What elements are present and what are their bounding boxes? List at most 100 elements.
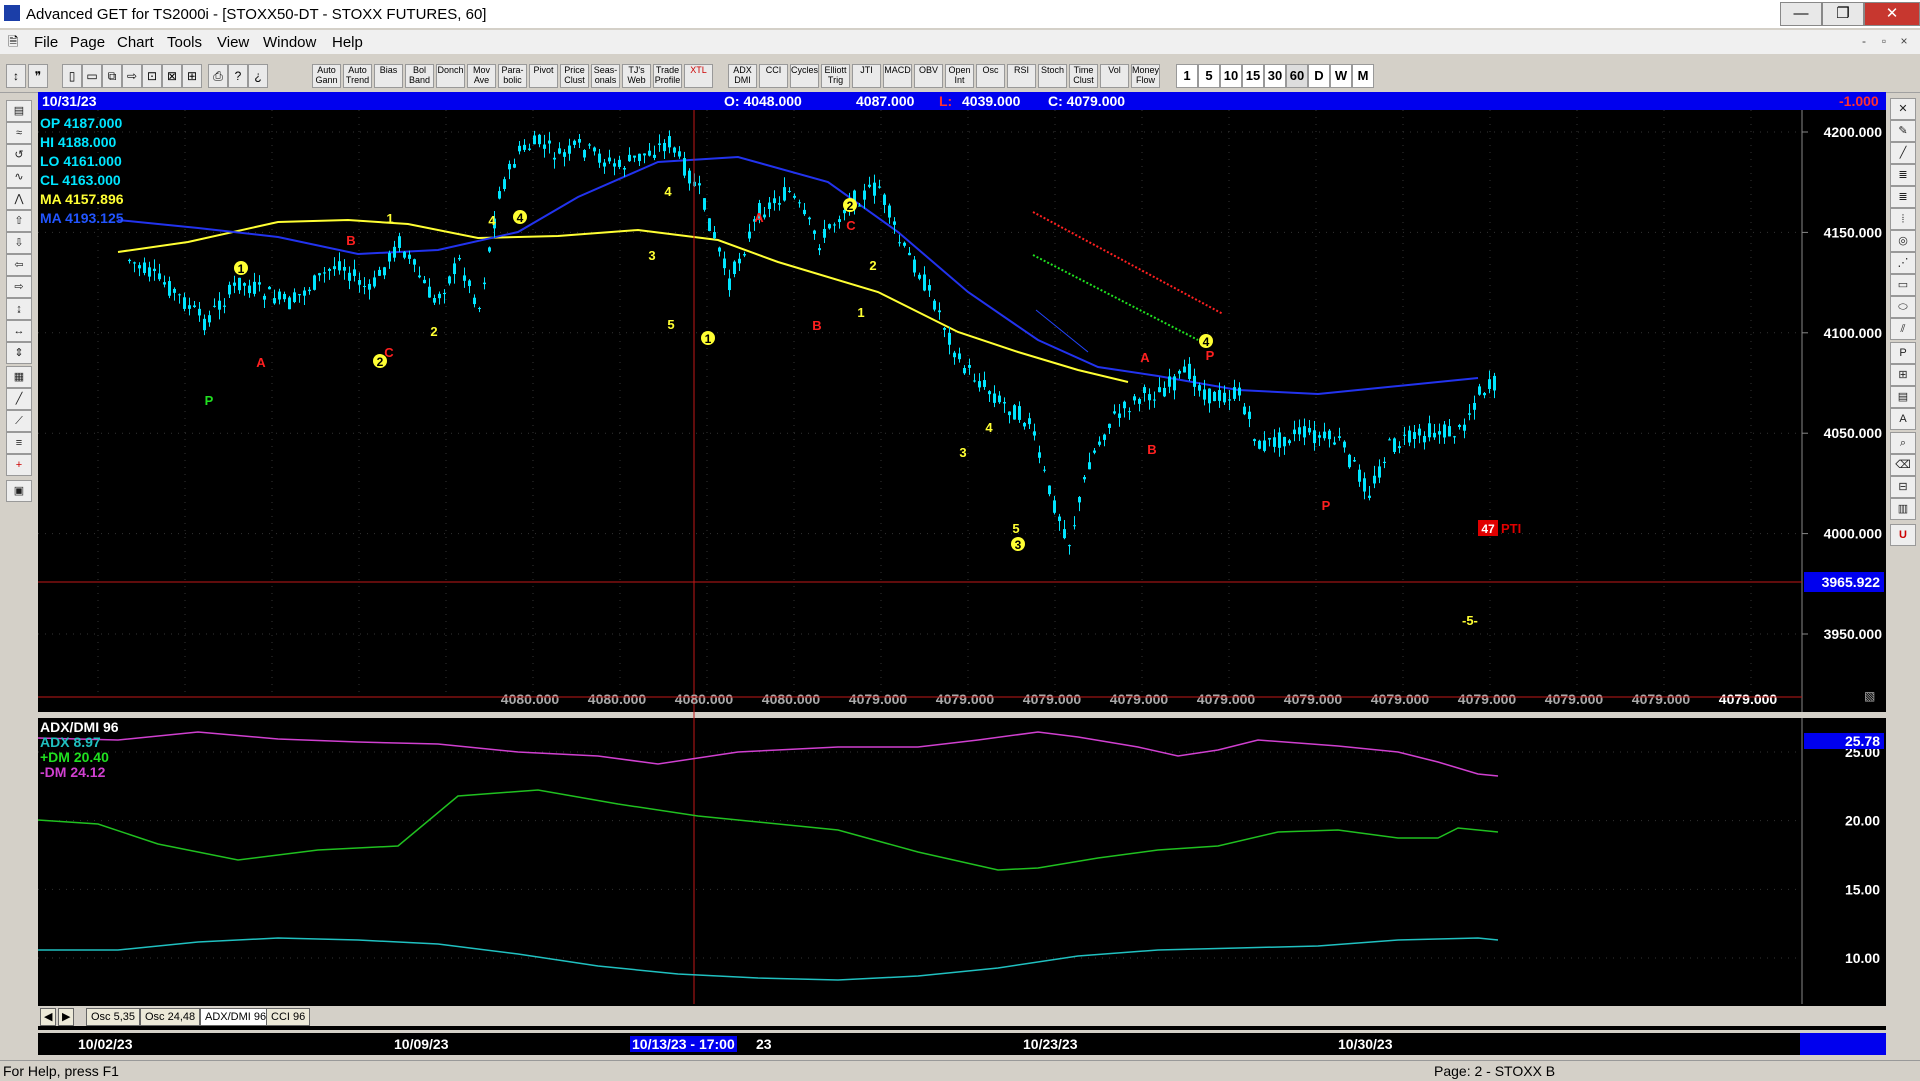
interval-weekly[interactable]: W bbox=[1330, 64, 1352, 88]
menu-window[interactable]: Window bbox=[263, 34, 316, 51]
interval-daily[interactable]: D bbox=[1308, 64, 1330, 88]
pti-icon[interactable]: P bbox=[1890, 342, 1916, 364]
tab-osc-5-35[interactable]: Osc 5,35 bbox=[86, 1008, 141, 1026]
study-para-bolic-button[interactable]: Para-bolic bbox=[498, 64, 527, 88]
print-icon[interactable]: ⎙ bbox=[208, 64, 228, 88]
delete-icon[interactable]: ⊠ bbox=[162, 64, 182, 88]
arrow-right-icon[interactable]: ⇨ bbox=[6, 276, 32, 298]
zigzag-icon[interactable]: ≈ bbox=[6, 122, 32, 144]
new-page-icon[interactable]: ▯ bbox=[62, 64, 82, 88]
interval-monthly[interactable]: M bbox=[1352, 64, 1374, 88]
open-icon[interactable]: ▭ bbox=[82, 64, 102, 88]
fib-extension-icon[interactable]: ≣ bbox=[1890, 186, 1916, 208]
study-price-clust-button[interactable]: Price Clust bbox=[560, 64, 589, 88]
study-elliott-trig-button[interactable]: Elliott Trig bbox=[821, 64, 850, 88]
study-xtl-button[interactable]: XTL bbox=[684, 64, 713, 88]
pen-icon[interactable]: ✎ bbox=[1890, 120, 1916, 142]
study-donch-button[interactable]: Donch bbox=[436, 64, 465, 88]
grid-icon[interactable]: ⊞ bbox=[182, 64, 202, 88]
menu-page[interactable]: Page bbox=[70, 34, 105, 51]
study-bias-button[interactable]: Bias bbox=[374, 64, 403, 88]
close-tool-icon[interactable]: ✕ bbox=[1890, 98, 1916, 120]
menu-chart[interactable]: Chart bbox=[117, 34, 154, 51]
study-obv-button[interactable]: OBV bbox=[914, 64, 943, 88]
save-layout-icon[interactable]: ▣ bbox=[6, 480, 32, 502]
arrow-left-icon[interactable]: ⇦ bbox=[6, 254, 32, 276]
fib-retrace-icon[interactable]: ≣ bbox=[1890, 164, 1916, 186]
next-icon[interactable]: ⇨ bbox=[122, 64, 142, 88]
eraser-icon[interactable]: ⌫ bbox=[1890, 454, 1916, 476]
study-adx-dmi-button[interactable]: ADX DMI bbox=[728, 64, 757, 88]
channel-icon[interactable]: ⫽ bbox=[1890, 318, 1916, 340]
menu-tools[interactable]: Tools bbox=[167, 34, 202, 51]
study-seas-onals-button[interactable]: Seas-onals bbox=[591, 64, 620, 88]
lines-icon[interactable]: ╱ bbox=[6, 388, 32, 410]
fib-time-icon[interactable]: ⦙ bbox=[1890, 208, 1916, 230]
fib-icon[interactable]: ≡ bbox=[6, 432, 32, 454]
study-pivot-button[interactable]: Pivot bbox=[529, 64, 558, 88]
tab-adx-dmi-96[interactable]: ADX/DMI 96 bbox=[200, 1008, 272, 1026]
help-icon[interactable]: ¿ bbox=[248, 64, 268, 88]
time-axis-scroll[interactable] bbox=[1800, 1033, 1886, 1055]
tile-icon[interactable]: ⊟ bbox=[1890, 476, 1916, 498]
tab-cci-96[interactable]: CCI 96 bbox=[266, 1008, 311, 1026]
study-mov-ave-button[interactable]: Mov Ave bbox=[467, 64, 496, 88]
minimize-button[interactable]: — bbox=[1780, 2, 1822, 26]
text-tool-icon[interactable]: A bbox=[1890, 408, 1916, 430]
pointer-icon[interactable]: ↕ bbox=[6, 64, 26, 88]
reset-icon[interactable]: ↺ bbox=[6, 144, 32, 166]
chart-type-icon[interactable]: ▧ bbox=[1864, 689, 1875, 703]
study-rsi-button[interactable]: RSI bbox=[1007, 64, 1036, 88]
close-button[interactable]: ✕ bbox=[1864, 2, 1920, 26]
hint-icon[interactable]: ? bbox=[228, 64, 248, 88]
fan-icon[interactable]: ⋰ bbox=[1890, 252, 1916, 274]
study-open-int-button[interactable]: Open Int bbox=[945, 64, 974, 88]
menu-file[interactable]: File bbox=[34, 34, 58, 51]
folder-icon[interactable]: ▤ bbox=[6, 100, 32, 122]
arrow-down-icon[interactable]: ⇩ bbox=[6, 232, 32, 254]
tab-scroll-right[interactable]: ▶ bbox=[58, 1008, 75, 1026]
study-jti-button[interactable]: JTI bbox=[852, 64, 881, 88]
crosshair-icon[interactable]: + bbox=[6, 454, 32, 476]
fit-horizontal-icon[interactable]: ↔ bbox=[6, 320, 32, 342]
interval-30[interactable]: 30 bbox=[1264, 64, 1286, 88]
study-macd-button[interactable]: MACD bbox=[883, 64, 912, 88]
study-time-clust-button[interactable]: Time Clust bbox=[1069, 64, 1098, 88]
study-bol-band-button[interactable]: Bol Band bbox=[405, 64, 434, 88]
chart-area[interactable]: 10/31/23 O: 4048.000 4087.000 L: 4039.00… bbox=[37, 92, 1886, 1030]
study-auto-gann-button[interactable]: Auto Gann bbox=[312, 64, 341, 88]
interval-5[interactable]: 5 bbox=[1198, 64, 1220, 88]
template-icon[interactable]: ▥ bbox=[1890, 498, 1916, 520]
tab-osc-24-48[interactable]: Osc 24,48 bbox=[140, 1008, 201, 1026]
mdi-minimize-button[interactable]: - bbox=[1854, 34, 1874, 50]
expand-icon[interactable]: ⇕ bbox=[6, 342, 32, 364]
interval-60[interactable]: 60 bbox=[1286, 64, 1308, 88]
ellipse-icon[interactable]: ⬭ bbox=[1890, 296, 1916, 318]
table-icon[interactable]: ▦ bbox=[6, 366, 32, 388]
study-icon[interactable]: ∿ bbox=[6, 166, 32, 188]
maximize-button[interactable]: ❐ bbox=[1822, 2, 1864, 26]
document-icon[interactable]: 🗎 bbox=[8, 33, 18, 55]
menu-view[interactable]: View bbox=[217, 34, 249, 51]
fit-vertical-icon[interactable]: ↨ bbox=[6, 298, 32, 320]
arrow-up-icon[interactable]: ⇧ bbox=[6, 210, 32, 232]
study-vol-button[interactable]: Vol bbox=[1100, 64, 1129, 88]
study-trade-profile-button[interactable]: Trade Profile bbox=[653, 64, 682, 88]
study-money-flow-button[interactable]: Money Flow bbox=[1131, 64, 1160, 88]
menu-help[interactable]: Help bbox=[332, 34, 363, 51]
mdi-close-button[interactable]: × bbox=[1894, 34, 1914, 50]
interval-10[interactable]: 10 bbox=[1220, 64, 1242, 88]
mdi-restore-button[interactable]: ▫ bbox=[1874, 34, 1894, 50]
copy-icon[interactable]: ⧉ bbox=[102, 64, 122, 88]
grid-tool-icon[interactable]: ⊞ bbox=[1890, 364, 1916, 386]
elliott-icon[interactable]: ⋀ bbox=[6, 188, 32, 210]
trendline-icon[interactable]: ╱ bbox=[1890, 142, 1916, 164]
zoom-icon[interactable]: ⊡ bbox=[142, 64, 162, 88]
gann-icon[interactable]: ⟋ bbox=[6, 410, 32, 432]
rectangle-icon[interactable]: ▭ bbox=[1890, 274, 1916, 296]
tab-scroll-left[interactable]: ◀ bbox=[40, 1008, 57, 1026]
spiral-icon[interactable]: ◎ bbox=[1890, 230, 1916, 252]
undo-icon[interactable]: U bbox=[1890, 524, 1916, 546]
study-auto-trend-button[interactable]: Auto Trend bbox=[343, 64, 372, 88]
quote-icon[interactable]: ❞ bbox=[28, 64, 48, 88]
